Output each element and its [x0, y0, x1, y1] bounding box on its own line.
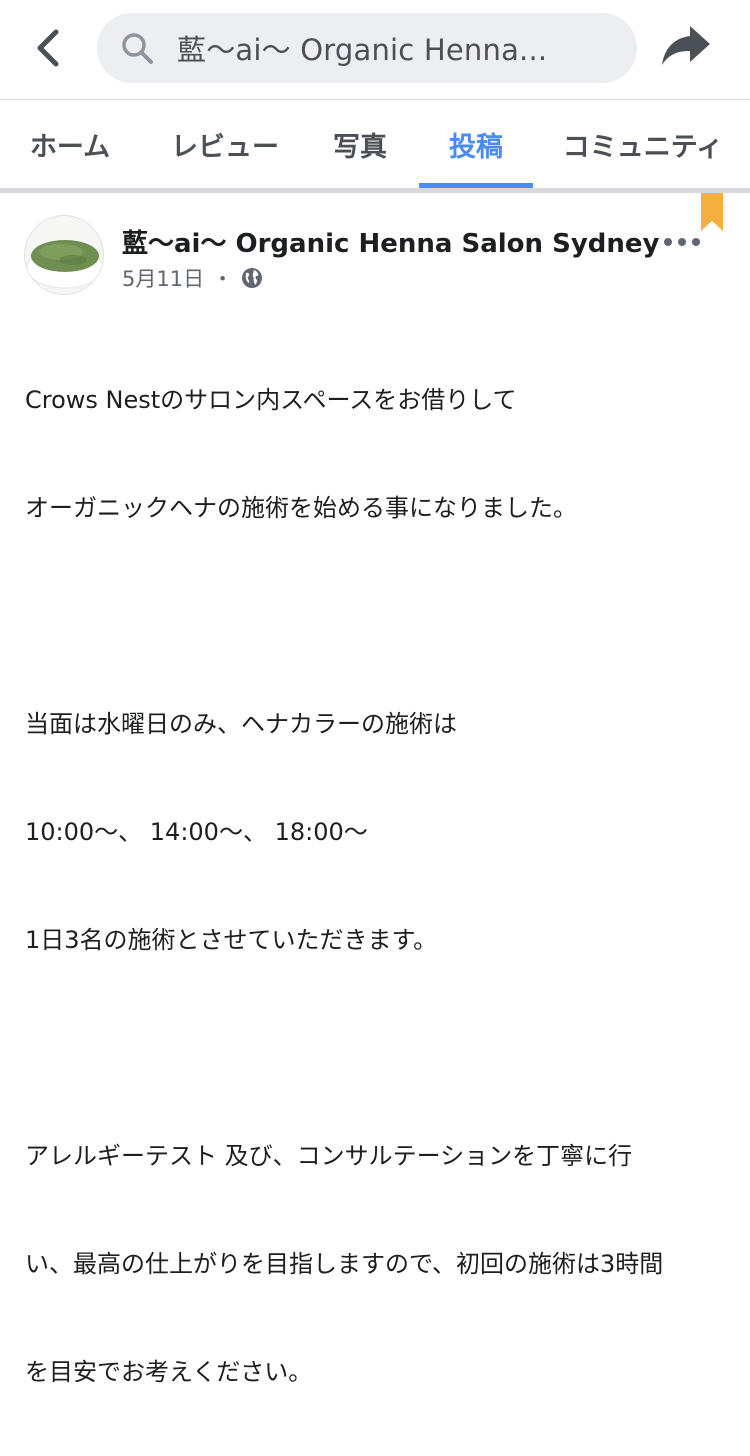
globe-icon	[241, 267, 263, 289]
tab-home[interactable]: ホーム	[10, 100, 130, 188]
post-card: 藍〜ai〜 Organic Henna Salon Sydney 5月11日 ・…	[0, 193, 750, 1386]
chevron-left-icon	[34, 28, 62, 72]
top-bar: 藍〜ai〜 Organic Henna...	[0, 0, 750, 100]
post-line: 当面は水曜日のみ、ヘナカラーの施術は	[25, 710, 457, 738]
more-options-button[interactable]	[660, 229, 704, 253]
share-arrow-icon	[660, 24, 712, 72]
post-text: Crows Nestのサロン内スペースをお借りして オーガニックヘナの施術を始め…	[25, 310, 730, 1456]
tab-posts[interactable]: 投稿	[419, 100, 533, 188]
post-line: 1日3名の施術とさせていただきます。	[25, 926, 438, 954]
post-line: い、最高の仕上がりを目指しますので、初回の施術は3時間	[25, 1250, 664, 1278]
post-line: アレルギーテスト 及び、コンサルテーションを丁寧に行	[25, 1142, 633, 1170]
search-field[interactable]: 藍〜ai〜 Organic Henna...	[97, 13, 637, 83]
share-button[interactable]	[655, 20, 717, 76]
avatar[interactable]	[24, 215, 104, 295]
bookmark-icon[interactable]	[701, 193, 723, 233]
tab-community[interactable]: コミュニティ	[548, 100, 738, 188]
tab-reviews[interactable]: レビュー	[160, 100, 290, 188]
post-line: オーガニックヘナの施術を始める事になりました。	[25, 494, 577, 522]
search-text: 藍〜ai〜 Organic Henna...	[177, 33, 548, 67]
active-tab-indicator	[419, 183, 533, 188]
page-tabs: ホーム レビュー 写真 投稿 コミュニティ	[0, 100, 750, 193]
search-icon	[119, 30, 155, 66]
more-icon	[662, 232, 702, 251]
post-date[interactable]: 5月11日	[122, 263, 204, 293]
back-button[interactable]	[20, 22, 76, 78]
post-line: を目安でお考えください。	[25, 1358, 313, 1386]
post-line: Crows Nestのサロン内スペースをお借りして	[25, 386, 517, 414]
post-meta: 5月11日 ・	[122, 263, 263, 293]
page-name[interactable]: 藍〜ai〜 Organic Henna Salon Sydney	[122, 223, 659, 260]
post-line: 10:00〜、 14:00〜、 18:00〜	[25, 818, 368, 846]
meta-separator: ・	[212, 267, 234, 291]
tab-photos[interactable]: 写真	[315, 100, 405, 188]
